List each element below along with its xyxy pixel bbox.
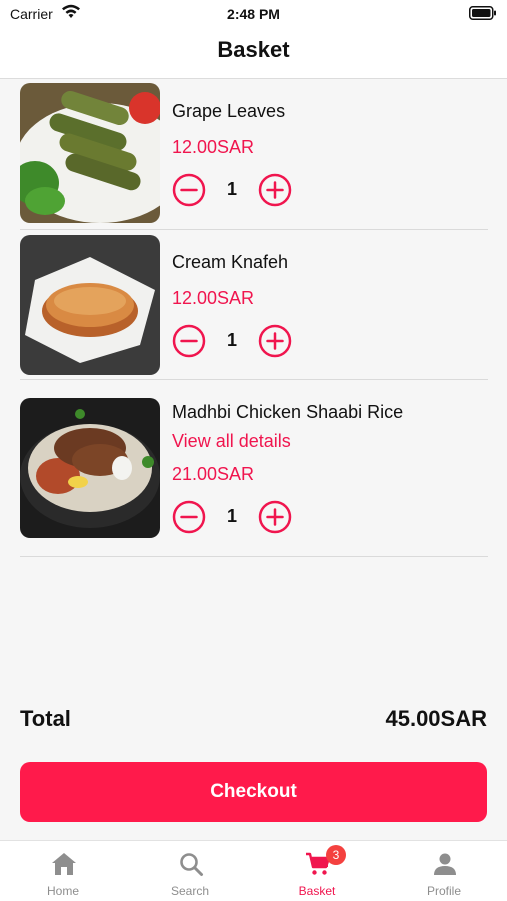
total-label: Total (20, 706, 71, 731)
minus-circle-icon (172, 324, 206, 358)
navigation-bar: Basket (0, 28, 507, 79)
basket-list: Grape Leaves 12.00SAR 1 Cream Knafeh 12.… (20, 79, 488, 557)
battery-icon (469, 6, 497, 25)
person-icon (434, 853, 456, 875)
status-bar: Carrier 2:48 PM (0, 0, 507, 28)
increase-quantity-button[interactable] (258, 324, 292, 358)
decrease-quantity-button[interactable] (172, 173, 206, 207)
quantity-value: 1 (226, 506, 237, 526)
tab-label: Basket (298, 884, 336, 898)
item-name: Cream Knafeh (172, 252, 289, 272)
view-details-link[interactable]: View all details (172, 431, 291, 452)
search-icon (180, 853, 203, 876)
quantity-value: 1 (226, 179, 237, 199)
clock: 2:48 PM (227, 6, 280, 22)
quantity-stepper: 1 (172, 324, 302, 358)
madhbi-chicken-image (20, 398, 160, 538)
item-name: Madhbi Chicken Shaabi Rice (172, 402, 404, 422)
grape-leaves-image (20, 83, 160, 223)
item-price: 12.00SAR (172, 137, 255, 157)
basket-item-cream-knafeh: Cream Knafeh 12.00SAR 1 (20, 230, 488, 380)
minus-circle-icon (172, 173, 206, 207)
tab-basket[interactable]: 3 Basket (254, 841, 380, 901)
home-icon (52, 853, 76, 875)
tab-bar: Home Search 3 Basket Profile (0, 840, 507, 901)
decrease-quantity-button[interactable] (172, 324, 206, 358)
tab-search[interactable]: Search (127, 841, 253, 901)
increase-quantity-button[interactable] (258, 173, 292, 207)
tab-label: Search (170, 884, 210, 898)
minus-circle-icon (172, 500, 206, 534)
item-name: Grape Leaves (172, 101, 286, 121)
total-value: 45.00SAR (385, 706, 487, 731)
basket-item-grape-leaves: Grape Leaves 12.00SAR 1 (20, 79, 488, 230)
increase-quantity-button[interactable] (258, 500, 292, 534)
quantity-stepper: 1 (172, 500, 302, 534)
plus-circle-icon (258, 324, 292, 358)
item-price: 12.00SAR (172, 288, 255, 308)
tab-home[interactable]: Home (0, 841, 126, 901)
tab-label: Profile (426, 884, 461, 898)
quantity-stepper: 1 (172, 173, 302, 207)
page-title: Basket (217, 37, 290, 62)
basket-item-madhbi-chicken: Madhbi Chicken Shaabi Rice View all deta… (20, 380, 488, 557)
quantity-value: 1 (226, 330, 237, 350)
cart-count-badge: 3 (326, 845, 346, 865)
cream-knafeh-image (20, 235, 160, 375)
checkout-button[interactable]: Checkout (20, 762, 487, 822)
decrease-quantity-button[interactable] (172, 500, 206, 534)
tab-profile[interactable]: Profile (381, 841, 507, 901)
plus-circle-icon (258, 173, 292, 207)
plus-circle-icon (258, 500, 292, 534)
tab-label: Home (46, 884, 79, 898)
item-price: 21.00SAR (172, 464, 255, 484)
